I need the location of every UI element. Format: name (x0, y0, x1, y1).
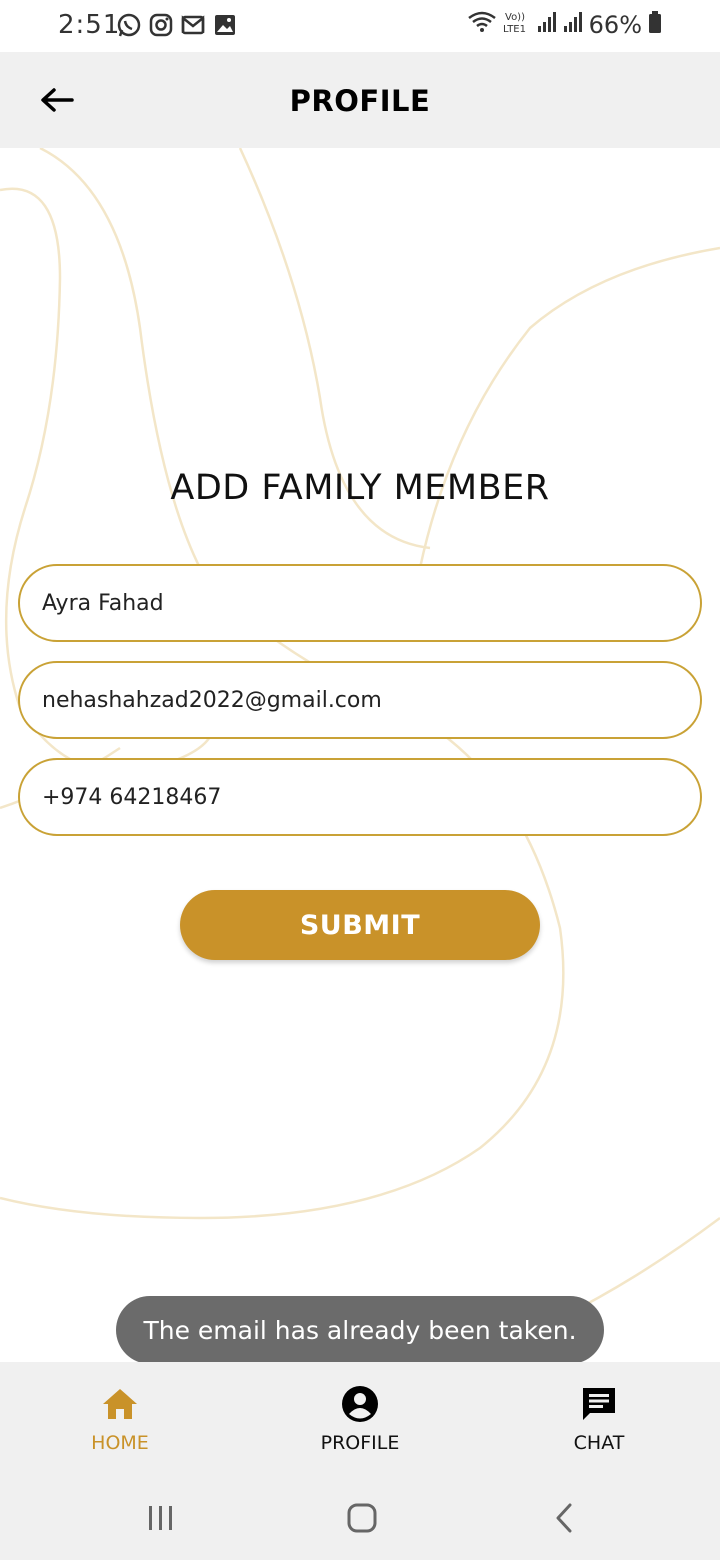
chevron-left-icon (556, 1503, 572, 1533)
whatsapp-icon (116, 11, 142, 39)
name-field[interactable] (18, 564, 702, 642)
battery-icon (648, 10, 662, 39)
nav-item-home[interactable]: HOME (40, 1384, 200, 1464)
status-time: 2:51 (58, 10, 121, 40)
nav-item-chat[interactable]: CHAT (519, 1384, 679, 1464)
phone-input[interactable] (20, 760, 700, 834)
svg-text:LTE1: LTE1 (503, 24, 526, 34)
instagram-icon (148, 11, 174, 39)
signal-icon-1 (537, 11, 557, 38)
wifi-icon (467, 10, 497, 39)
home-icon (100, 1384, 140, 1424)
decorative-background (0, 148, 720, 1320)
signal-icon-2 (563, 11, 583, 38)
app-header: PROFILE (0, 52, 720, 148)
account-circle-icon (340, 1384, 380, 1424)
gallery-icon (212, 11, 238, 39)
system-home-button[interactable] (342, 1498, 382, 1538)
system-status: Vo)) LTE1 66% (467, 10, 662, 39)
status-bar: 2:51 Vo)) LTE1 66% (0, 0, 720, 52)
nav-label-chat: CHAT (573, 1432, 625, 1454)
volte-icon: Vo)) LTE1 (503, 10, 531, 39)
nav-label-profile: PROFILE (320, 1432, 400, 1454)
nav-label-home: HOME (91, 1432, 149, 1454)
battery-percent: 66% (588, 10, 642, 39)
error-toast: The email has already been taken. (116, 1296, 604, 1364)
phone-field[interactable] (18, 758, 702, 836)
notification-icons (116, 11, 238, 39)
submit-button[interactable]: SUBMIT (180, 890, 540, 960)
page-title: PROFILE (289, 84, 431, 118)
home-square-icon (347, 1503, 377, 1533)
system-back-button[interactable] (544, 1498, 584, 1538)
nav-item-profile[interactable]: PROFILE (280, 1384, 440, 1464)
email-field[interactable] (18, 661, 702, 739)
system-nav-bar (0, 1474, 720, 1560)
email-input[interactable] (20, 663, 700, 737)
name-input[interactable] (20, 566, 700, 640)
toast-message: The email has already been taken. (143, 1315, 577, 1345)
form-title: ADD FAMILY MEMBER (170, 468, 550, 508)
bottom-nav: HOME PROFILE CHAT (0, 1362, 720, 1474)
gmail-icon (180, 11, 206, 39)
recent-apps-icon (149, 1506, 172, 1530)
svg-text:Vo)): Vo)) (505, 12, 525, 23)
chat-icon (579, 1384, 619, 1424)
recent-apps-button[interactable] (141, 1498, 181, 1538)
